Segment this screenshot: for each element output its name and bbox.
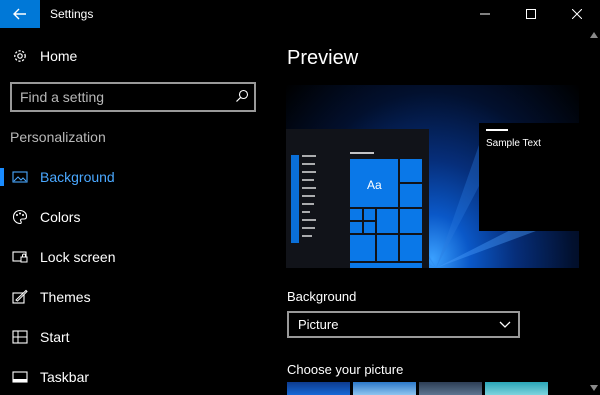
picture-thumbnail[interactable]: [419, 382, 482, 395]
themes-icon: [12, 289, 28, 304]
preview-title: Preview: [287, 47, 359, 69]
picture-thumbnails: [287, 382, 570, 395]
maximize-button[interactable]: [508, 0, 554, 28]
taskbar-icon: [12, 371, 28, 383]
scroll-down-icon[interactable]: [590, 385, 598, 391]
preview-start-menu: Aa: [286, 129, 429, 268]
section-title: Personalization: [10, 129, 106, 145]
gear-icon: [14, 50, 26, 62]
picture-thumbnail[interactable]: [353, 382, 416, 395]
home-label: Home: [40, 48, 78, 64]
sidebar-item-label: Taskbar: [40, 369, 90, 385]
sidebar-item-label: Colors: [40, 209, 81, 225]
sample-window-title-bar: [486, 129, 508, 131]
sidebar-item-label: Start: [40, 329, 70, 345]
preview-sample-text: Sample Text: [486, 138, 541, 149]
start-menu-mockup: [291, 152, 422, 268]
background-preview: Aa Sample Text: [286, 85, 579, 268]
sidebar-item-label: Background: [40, 169, 115, 185]
search-input[interactable]: [12, 84, 232, 110]
picture-icon: [12, 171, 28, 183]
background-label: Background: [287, 289, 357, 304]
lock-screen-icon: [12, 251, 28, 263]
preview-sample-window: Sample Text: [479, 123, 579, 231]
title-bar: Settings: [0, 0, 600, 28]
search-icon[interactable]: [235, 89, 249, 103]
sidebar-item-lock-screen[interactable]: Lock screen: [0, 244, 270, 270]
picture-thumbnail[interactable]: [287, 382, 350, 395]
sidebar: Home Personalization Background Colors L…: [0, 28, 270, 395]
chevron-down-icon: [499, 321, 511, 328]
back-button[interactable]: [0, 0, 40, 28]
sidebar-item-label: Themes: [40, 289, 91, 305]
preview-tile-text: Aa: [367, 178, 382, 192]
background-dropdown-value: Picture: [298, 317, 339, 332]
sidebar-item-start[interactable]: Start: [0, 324, 270, 350]
active-indicator: [0, 168, 4, 186]
minimize-icon: [480, 13, 490, 15]
close-icon: [572, 9, 582, 19]
sidebar-item-background[interactable]: Background: [0, 164, 270, 190]
sidebar-item-taskbar[interactable]: Taskbar: [0, 364, 270, 390]
palette-icon: [12, 209, 28, 225]
sidebar-item-colors[interactable]: Colors: [0, 204, 270, 230]
background-dropdown[interactable]: Picture: [287, 311, 520, 338]
main-content: Preview Aa Sample Text Background Pictur…: [270, 28, 600, 395]
minimize-button[interactable]: [462, 0, 508, 28]
home-nav-item[interactable]: Home: [0, 45, 270, 69]
back-arrow-icon: [13, 8, 26, 20]
window-title: Settings: [50, 7, 94, 21]
scroll-up-icon[interactable]: [590, 32, 598, 38]
sidebar-item-themes[interactable]: Themes: [0, 284, 270, 310]
close-button[interactable]: [554, 0, 600, 28]
choose-picture-label: Choose your picture: [287, 362, 404, 377]
start-icon: [12, 330, 28, 344]
search-box[interactable]: [10, 82, 256, 112]
sidebar-item-label: Lock screen: [40, 249, 116, 265]
picture-thumbnail[interactable]: [485, 382, 548, 395]
maximize-icon: [526, 9, 536, 19]
